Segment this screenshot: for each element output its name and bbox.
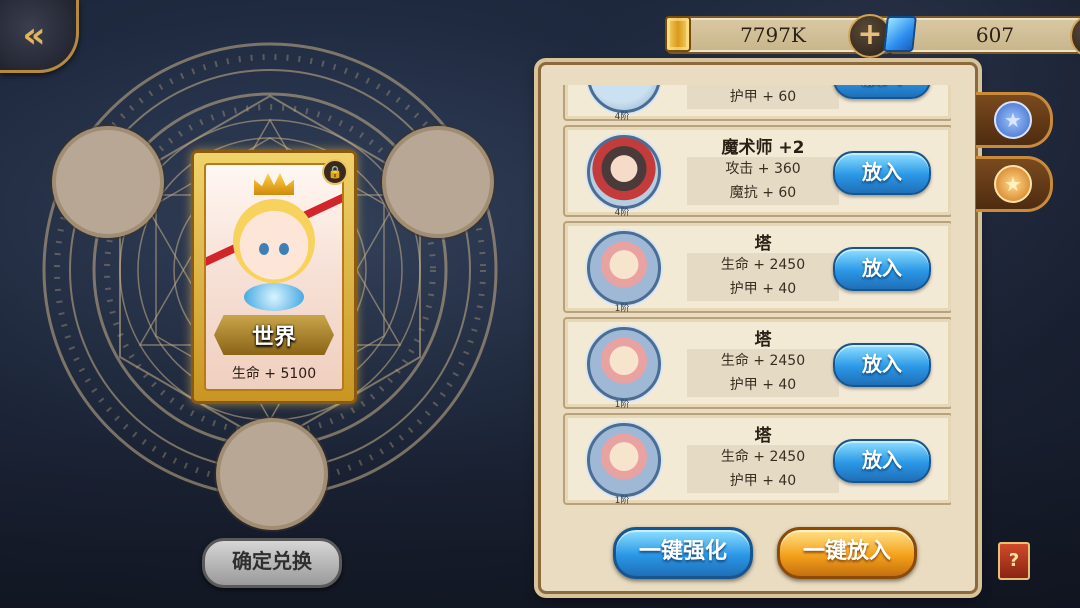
gold-counter: 7797K + (665, 14, 892, 58)
item-level: 1阶 (614, 496, 630, 506)
item-stats: 生命 + 2450 护甲 + 40 (687, 349, 839, 397)
card-slot-right[interactable] (382, 126, 494, 238)
gem-value: 607 (975, 23, 1015, 47)
item-name: 魔术师 +2 (721, 138, 805, 158)
item-name: 塔 (754, 330, 772, 350)
card-list-panel: 4阶 护甲 + 60 放入 4阶 魔术师 +2 攻击 + 360 魔抗 + 60… (538, 62, 978, 594)
confirm-exchange-button[interactable]: 确定兑换 (202, 538, 342, 588)
item-stat: 护甲 + 60 (729, 89, 797, 105)
item-stat: 生命 + 2450 (720, 449, 806, 465)
card-name: 世界 (251, 325, 296, 350)
item-name: 塔 (754, 234, 772, 254)
blue-star-icon: ★ (994, 101, 1032, 139)
list-item: 4阶 魔术师 +2 攻击 + 360 魔抗 + 60 放入 (563, 125, 951, 218)
gem-counter: 607 + (883, 14, 1080, 58)
item-level: 1阶 (614, 400, 630, 410)
place-all-button[interactable]: 一键放入 (777, 527, 917, 579)
orb-decoration (244, 283, 304, 311)
world-card[interactable]: 世界 生命 + 5100 🔒 (191, 150, 357, 404)
place-button[interactable]: 放入 (833, 85, 931, 99)
tab-blue-star[interactable]: ★ (976, 92, 1053, 148)
place-button[interactable]: 放入 (833, 247, 931, 291)
item-stat: 护甲 + 40 (729, 377, 797, 393)
card-stat: 生命 + 5100 (231, 366, 317, 382)
crown-icon (254, 173, 294, 195)
card-slot-bottom[interactable] (216, 418, 328, 530)
item-level: 1阶 (614, 304, 630, 314)
item-stats: 生命 + 2450 护甲 + 40 (687, 253, 839, 301)
place-button[interactable]: 放入 (833, 151, 931, 195)
tower-avatar (587, 423, 661, 497)
item-stat: 护甲 + 40 (729, 281, 797, 297)
card-character (233, 199, 315, 283)
item-stats: 攻击 + 360 魔抗 + 60 (687, 157, 839, 205)
card-name-banner: 世界 (214, 315, 334, 355)
tower-avatar (587, 327, 661, 401)
list-item: 1阶 塔 生命 + 2450 护甲 + 40 放入 (563, 317, 951, 410)
lock-icon[interactable]: 🔒 (322, 159, 348, 185)
gold-value: 7797K (740, 23, 806, 47)
list-item: 1阶 塔 生命 + 2450 护甲 + 40 放入 (563, 413, 951, 506)
item-name: 塔 (754, 426, 772, 446)
item-stats: 生命 + 2450 护甲 + 40 (687, 445, 839, 493)
card-list[interactable]: 4阶 护甲 + 60 放入 4阶 魔术师 +2 攻击 + 360 魔抗 + 60… (563, 85, 951, 509)
item-stat: 攻击 + 360 (725, 161, 801, 177)
place-button[interactable]: 放入 (833, 343, 931, 387)
mage-avatar (587, 135, 661, 209)
add-gems-button[interactable]: + (1070, 14, 1080, 58)
list-item: 4阶 护甲 + 60 放入 (563, 85, 951, 122)
enhance-all-button[interactable]: 一键强化 (613, 527, 753, 579)
list-item: 1阶 塔 生命 + 2450 护甲 + 40 放入 (563, 221, 951, 314)
item-level: 4阶 (614, 208, 630, 218)
tower-avatar (587, 231, 661, 305)
tab-gold-star[interactable]: ★ (976, 156, 1053, 212)
item-level: 4阶 (614, 112, 630, 122)
gold-bar-icon (660, 14, 696, 54)
gold-star-icon: ★ (994, 165, 1032, 203)
card-art: 世界 生命 + 5100 (204, 163, 344, 391)
item-stat: 魔抗 + 60 (729, 185, 797, 201)
help-book-icon[interactable]: ? (998, 542, 1030, 580)
card-slot-left[interactable] (52, 126, 164, 238)
gem-icon (882, 14, 918, 54)
item-stats: 护甲 + 60 (687, 85, 839, 109)
item-stat: 生命 + 2450 (720, 353, 806, 369)
place-button[interactable]: 放入 (833, 439, 931, 483)
item-stat: 护甲 + 40 (729, 473, 797, 489)
item-stat: 生命 + 2450 (720, 257, 806, 273)
